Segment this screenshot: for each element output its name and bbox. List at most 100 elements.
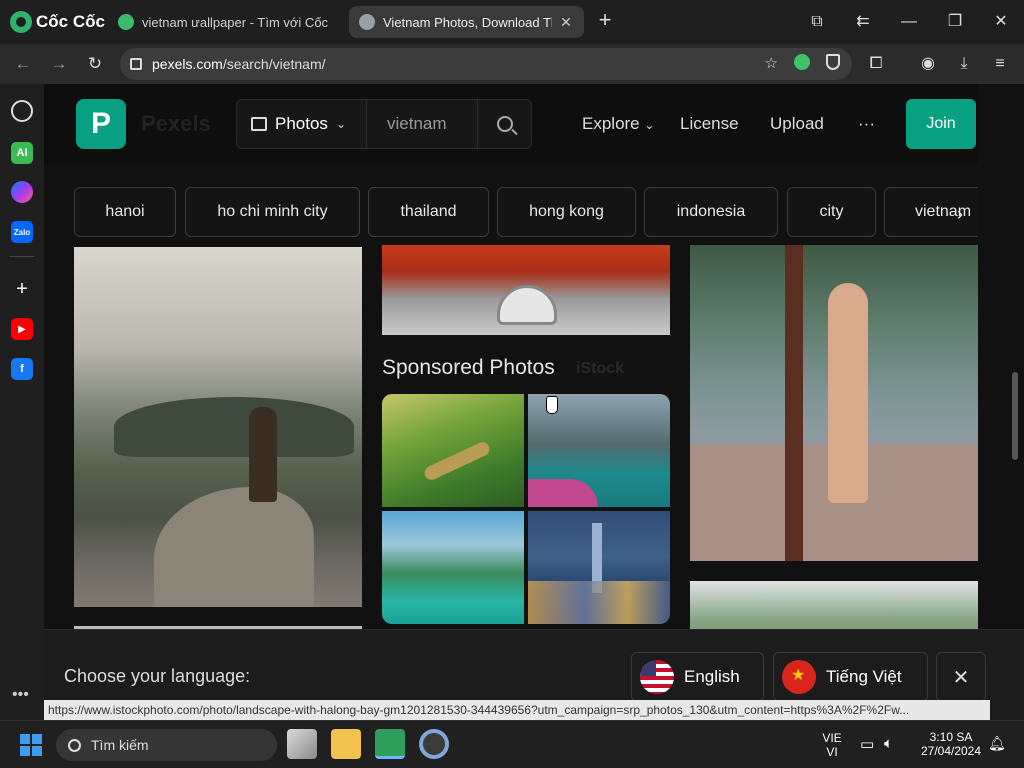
language-english-label: English [684,667,740,686]
web-page: P Pexels Photos ⌄ vietnam Explore ⌄ Lice… [44,84,1024,700]
youtube-icon[interactable]: ▶ [11,318,33,340]
coccoc-taskbar-icon[interactable] [375,729,405,759]
bookmark-star-icon[interactable]: ☆ [765,54,778,72]
input-language-indicator[interactable]: VIE VI [818,731,846,759]
clock-date: 27/04/2024 [920,744,982,758]
sponsored-photo-rice-terraces[interactable] [382,394,524,507]
adblock-shield-icon[interactable] [826,54,840,70]
menu-icon[interactable]: ≡ [988,52,1012,76]
new-tab-button[interactable]: + [594,9,616,32]
nav-license[interactable]: License [680,114,739,134]
back-arrow-icon[interactable]: ⇇ [848,10,878,34]
photo-detail [114,397,354,457]
photo-motorbike[interactable] [382,245,670,335]
pexels-wordmark[interactable]: Pexels [141,111,211,137]
sponsored-photo-boats[interactable] [382,511,524,624]
language-variant: VI [826,745,838,759]
us-flag-icon [640,660,674,694]
sidebar-more-icon[interactable]: ••• [12,686,29,704]
reload-button[interactable]: ↻ [82,52,108,76]
taskbar-search-placeholder: Tìm kiếm [91,737,149,753]
search-input[interactable]: vietnam [367,114,477,134]
photo-detail [785,245,803,561]
url-path: /search/vietnam/ [222,56,326,72]
browser-sidebar: AI Zalo + ▶ f [0,84,44,720]
photo-detail [154,487,314,607]
tab-pexels[interactable]: Vietnam Photos, Download The BEST Free V… [349,6,584,38]
istock-logo[interactable]: iStock [576,360,624,378]
address-bar[interactable]: pexels.com/search/vietnam/ ☆ [120,48,852,80]
browser-toolbar: ← → ↻ pexels.com/search/vietnam/ ☆ ⧠ ◉ ⤓… [0,44,1024,84]
language-vietnamese-button[interactable]: Tiếng Việt [773,652,928,700]
volume-icon[interactable]: 🔈︎ [884,735,893,752]
search-type-label: Photos [275,114,328,133]
taskbar-search[interactable]: Tìm kiếm [56,729,277,761]
sidebar-divider [10,256,34,257]
chip-ho-chi-minh-city[interactable]: ho chi minh city [185,187,360,237]
notification-bell-icon[interactable]: 🔔︎ [988,735,1006,752]
join-button[interactable]: Join [906,99,976,149]
start-logo-square [32,734,42,744]
chevron-down-icon: ⌄ [335,117,346,131]
chip-hong-kong[interactable]: hong kong [497,187,636,237]
search-button[interactable] [477,100,531,148]
chip-thailand[interactable]: thailand [368,187,489,237]
start-button[interactable] [20,734,42,756]
nav-upload[interactable]: Upload [770,114,824,134]
close-window-button[interactable]: ✕ [986,10,1016,34]
pexels-logo[interactable]: P [76,99,126,149]
tab-wallpaper-search[interactable]: vietnam ưallpaper - Tìm với Cốc Cốc [108,6,340,38]
status-url: https://www.istockphoto.com/photo/landsc… [44,700,990,720]
dark-mode-icon[interactable] [794,54,810,70]
photo-woman-boat[interactable] [690,245,978,561]
chip-city[interactable]: city [787,187,876,237]
language-code: VIE [822,731,842,745]
add-sidebar-app-icon[interactable]: + [11,278,33,300]
chip-hanoi[interactable]: hanoi [74,187,176,237]
browser-brand[interactable]: Cốc Cốc [10,10,105,34]
site-header: P Pexels Photos ⌄ vietnam Explore ⌄ Lice… [44,84,978,164]
file-explorer-icon[interactable] [331,729,361,759]
related-searches: hanoi ho chi minh city thailand hong kon… [74,187,978,237]
messenger-icon[interactable] [11,181,33,203]
language-banner-title: Choose your language: [64,666,251,686]
facebook-icon[interactable]: f [11,358,33,380]
zalo-icon[interactable]: Zalo [11,221,33,243]
back-button[interactable]: ← [10,52,36,76]
chip-vietnam[interactable]: vietnam [884,187,978,237]
network-icon[interactable]: ▭ [860,735,874,753]
extensions-icon[interactable]: ⧠ [864,52,888,76]
settings-gear-icon[interactable] [419,729,449,759]
page-scrollbar[interactable] [1012,372,1018,460]
chip-indonesia[interactable]: indonesia [644,187,778,237]
lock-icon [130,58,142,70]
start-logo-square [20,746,30,756]
minimize-button[interactable]: — [894,10,924,34]
language-english-button[interactable]: English [631,652,764,700]
close-tab-icon[interactable]: ✕ [558,14,574,31]
ai-assistant-icon[interactable]: AI [11,142,33,164]
chevron-right-icon[interactable]: › [957,204,963,225]
history-icon[interactable] [11,100,33,122]
close-icon[interactable]: ✕ [936,652,986,700]
sponsored-photo-city-night[interactable] [528,511,670,624]
photo-detail [422,439,492,483]
search-bar: Photos ⌄ vietnam [236,99,532,149]
tab-title: vietnam ưallpaper - Tìm với Cốc Cốc [142,14,330,30]
search-icon [68,738,81,752]
nav-explore[interactable]: Explore ⌄ [582,114,654,134]
screenshot-search-icon[interactable]: ⧉ [802,10,832,34]
profile-icon[interactable]: ◉ [916,52,940,76]
mouse-cursor-icon [546,396,558,414]
photo-halong-bay-man[interactable] [74,247,362,607]
search-type-dropdown[interactable]: Photos ⌄ [237,100,367,148]
forward-button[interactable]: → [46,52,72,76]
omnibox-actions: ☆ [765,54,840,72]
restore-button[interactable]: ❐ [940,10,970,34]
download-icon[interactable]: ⤓ [952,52,976,76]
clock[interactable]: 3:10 SA 27/04/2024 [916,730,986,758]
photo-detail [528,581,670,624]
more-options-icon[interactable]: ··· [858,114,875,134]
coccoc-logo-icon [10,11,32,33]
task-view-icon[interactable] [287,729,317,759]
